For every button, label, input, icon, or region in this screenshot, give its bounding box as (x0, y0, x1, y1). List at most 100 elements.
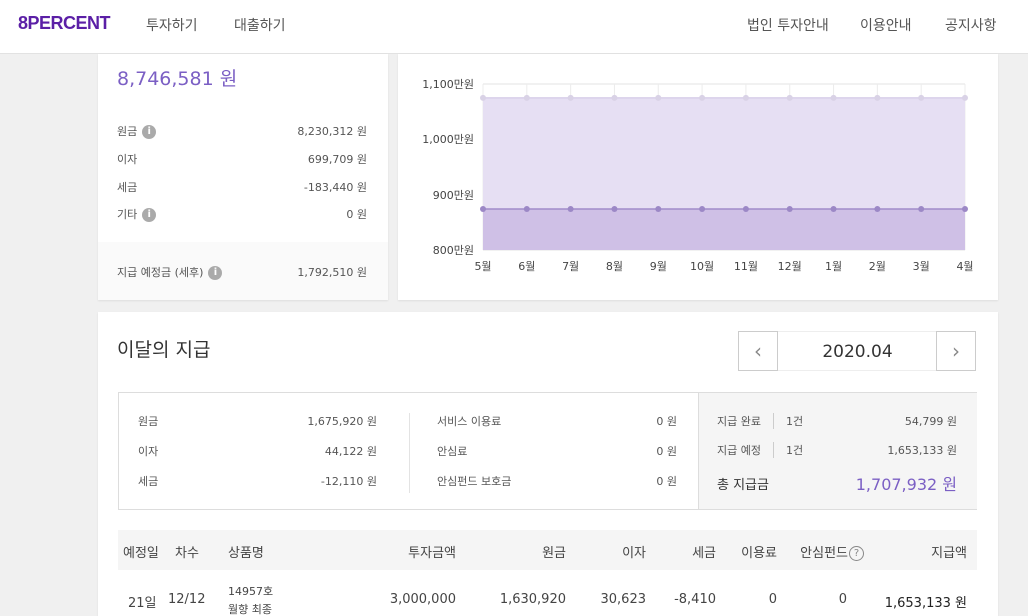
col-header-date: 예정일 (123, 546, 159, 561)
data-point (567, 94, 574, 101)
payment-breakdown-box: 원금 1,675,920 원 이자 44,122 원 세금 -12,110 원 … (118, 392, 977, 510)
col-header-payout: 지급액 (931, 546, 967, 561)
col-header-fee: 이용료 (741, 546, 777, 561)
summary-value: 699,709 원 (307, 153, 367, 166)
cell-interest: 30,623 (600, 592, 647, 607)
cell-round: 12/12 (168, 592, 206, 607)
series-area (483, 209, 965, 250)
col-header-fund: 안심펀드? (800, 542, 864, 561)
x-tick-label: 9월 (649, 260, 667, 273)
cell-principal: 1,630,920 (499, 592, 566, 607)
breakdown-value: 0 원 (656, 415, 677, 428)
col-header-round: 차수 (175, 546, 199, 561)
status-label: 지급 완료 (717, 415, 761, 428)
x-tick-label: 8월 (605, 260, 624, 273)
x-tick-label: 7월 (562, 260, 580, 273)
month-pager: ‹ 2020.04 › (738, 331, 977, 371)
logo[interactable]: 8PERCENT (18, 13, 111, 34)
cell-fee: 0 (768, 592, 777, 607)
data-point (830, 206, 837, 213)
status-count: 1건 (773, 413, 803, 429)
monthly-payment-card: 이달의 지급 ‹ 2020.04 › 원금 1,675,920 원 이자 44,… (98, 312, 998, 616)
breakdown-label: 원금 (138, 415, 159, 428)
status-count: 1건 (773, 442, 803, 458)
chevron-left-icon[interactable]: ‹ (738, 331, 778, 371)
chevron-right-icon[interactable]: › (936, 331, 976, 371)
breakdown-label: 안심료 (437, 445, 468, 458)
data-point (699, 206, 706, 213)
data-point (786, 206, 793, 213)
payment-status-panel: 지급 완료 1건 54,799 원 지급 예정 1건 1,653,133 원 총… (698, 393, 977, 509)
cell-fund: 0 (838, 592, 847, 607)
summary-value: 8,230,312 원 (297, 125, 367, 138)
total-payment-value: 1,707,932 원 (855, 475, 957, 494)
data-point (918, 94, 925, 101)
summary-label: 세금 (117, 181, 138, 194)
cell-product-line1[interactable]: 14957호 (228, 583, 273, 599)
status-value: 1,653,133 원 (887, 444, 957, 457)
breakdown-label: 안심펀드 보호금 (437, 475, 512, 488)
nav-loan[interactable]: 대출하기 (234, 15, 286, 35)
col-header-fund-label: 안심펀드 (800, 546, 848, 561)
summary-label: 기타 (117, 208, 138, 221)
x-tick-label: 6월 (518, 260, 536, 273)
nav-corporate-invest[interactable]: 법인 투자안내 (747, 15, 829, 35)
section-title: 이달의 지급 (117, 339, 211, 361)
nav-guide[interactable]: 이용안내 (860, 15, 912, 35)
data-point (523, 206, 530, 213)
chart-card: 1,100만원 1,000만원 900만원 800만원 5월 6월 7월 8월 9월 10월 11… (398, 54, 998, 300)
breakdown-value: 0 원 (656, 445, 677, 458)
summary-label: 이자 (117, 153, 138, 166)
summary-value: -183,440 원 (303, 181, 367, 194)
col-header-product: 상품명 (228, 546, 264, 561)
data-point (611, 94, 618, 101)
col-header-interest: 이자 (622, 546, 646, 561)
cell-invest: 3,000,000 (389, 592, 456, 607)
breakdown-label: 서비스 이용료 (437, 415, 502, 428)
data-point (830, 94, 837, 101)
table-row[interactable]: 21일 12/12 14957호 월향 최종 3,000,000 1,630,9… (118, 570, 977, 616)
data-point (918, 206, 925, 213)
col-header-tax: 세금 (692, 546, 716, 561)
help-icon[interactable]: ? (849, 546, 864, 561)
nav-notice[interactable]: 공지사항 (945, 15, 997, 35)
x-tick-label: 10월 (690, 260, 715, 273)
status-label: 지급 예정 (717, 444, 761, 457)
x-tick-label: 11월 (733, 260, 758, 273)
total-balance: 8,746,581 원 (117, 68, 238, 90)
breakdown-value: 1,675,920 원 (307, 415, 377, 428)
info-icon[interactable]: i (142, 208, 157, 222)
data-point (611, 206, 618, 213)
summary-value: 0 원 (346, 208, 367, 221)
cell-tax: -8,410 (674, 592, 716, 607)
data-point (962, 206, 968, 213)
data-point (567, 206, 574, 213)
data-point (480, 94, 486, 101)
cell-product-line2[interactable]: 월향 최종 (228, 601, 272, 616)
expected-payment-section: 지급 예정금 (세후) i 1,792,510 원 (98, 242, 388, 300)
info-icon[interactable]: i (208, 266, 223, 280)
data-point (874, 206, 881, 213)
data-point (962, 94, 968, 101)
data-point (480, 206, 486, 213)
top-navigation-bar: 8PERCENT 투자하기 대출하기 법인 투자안내 이용안내 공지사항 (0, 0, 1028, 54)
data-point (742, 94, 749, 101)
x-tick-label: 3월 (912, 260, 930, 273)
data-point (655, 94, 662, 101)
balance-summary-card: 8,746,581 원 원금 i 8,230,312 원 이자 699,709 원… (98, 54, 388, 300)
current-month: 2020.04 (778, 331, 937, 371)
breakdown-value: -12,110 원 (320, 475, 377, 488)
nav-invest[interactable]: 투자하기 (146, 15, 198, 35)
x-tick-label: 5월 (474, 260, 492, 273)
col-header-invest: 투자금액 (408, 546, 456, 561)
data-point (655, 206, 662, 213)
data-point (699, 94, 706, 101)
cell-payout: 1,653,133 원 (884, 596, 967, 611)
x-tick-label: 4월 (956, 260, 974, 273)
cell-date: 21일 (128, 596, 157, 611)
info-icon[interactable]: i (142, 125, 157, 139)
breakdown-label: 이자 (138, 445, 159, 458)
data-point (523, 94, 530, 101)
expected-payment-value: 1,792,510 원 (297, 266, 367, 279)
data-point (742, 206, 749, 213)
